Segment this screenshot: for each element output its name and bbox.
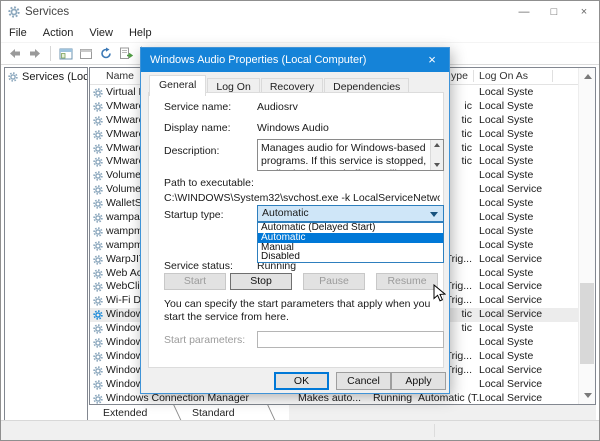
dialog-close-icon[interactable]: × — [415, 48, 449, 72]
service-log-on-as: Local Service — [479, 253, 542, 267]
back-icon[interactable] — [6, 45, 24, 63]
maximize-button[interactable]: □ — [539, 1, 569, 23]
tab-extended[interactable]: Extended — [103, 407, 147, 419]
column-header-startup-type[interactable]: ype — [451, 70, 468, 82]
service-name-value: Audiosrv — [257, 101, 298, 113]
menu-file[interactable]: File — [1, 27, 35, 39]
minimize-button[interactable]: — — [509, 1, 539, 23]
description-box[interactable]: Manages audio for Windows-based programs… — [257, 139, 444, 171]
services-window: Services — □ × File Action View Help — [0, 0, 600, 441]
startup-type-combobox[interactable]: Automatic — [257, 205, 444, 222]
service-log-on-as: Local Syste — [479, 142, 533, 156]
column-divider[interactable] — [473, 70, 474, 82]
service-log-on-as: Local Service — [479, 378, 542, 392]
menu-action[interactable]: Action — [35, 27, 82, 39]
service-log-on-as: Local Service — [479, 183, 542, 197]
start-parameters-note: You can specify the start parameters tha… — [164, 298, 446, 324]
service-log-on-as: Local Syste — [479, 86, 533, 100]
dropdown-option[interactable]: Disabled — [258, 252, 443, 262]
scroll-down-icon[interactable] — [434, 163, 440, 167]
menu-view[interactable]: View — [81, 27, 121, 39]
service-log-on-as: Local Syste — [479, 225, 533, 239]
close-button[interactable]: × — [569, 1, 599, 23]
properties-window-icon[interactable] — [77, 45, 95, 63]
console-tree-pane: Services (Local) — [4, 67, 88, 421]
start-button[interactable]: Start — [164, 273, 226, 290]
ok-button[interactable]: OK — [274, 372, 329, 390]
description-label: Description: — [164, 145, 219, 157]
path-value: C:\WINDOWS\System32\svchost.exe -k Local… — [164, 192, 440, 204]
dropdown-option[interactable]: Automatic (Delayed Start) — [258, 223, 443, 233]
display-name-label: Display name: — [164, 122, 231, 134]
service-log-on-as: Local Syste — [479, 239, 533, 253]
service-log-on-as: Local Syste — [479, 211, 533, 225]
menu-help[interactable]: Help — [121, 27, 160, 39]
service-log-on-as: Local Syste — [479, 197, 533, 211]
scroll-up-icon[interactable] — [434, 143, 440, 147]
refresh-icon[interactable] — [97, 45, 115, 63]
service-log-on-as: Local Service — [479, 364, 542, 378]
tab-standard[interactable]: Standard — [192, 407, 235, 419]
description-text: Manages audio for Windows-based programs… — [261, 142, 426, 171]
status-bar — [1, 420, 599, 440]
properties-dialog: Windows Audio Properties (Local Computer… — [140, 47, 450, 394]
apply-button[interactable]: Apply — [391, 372, 446, 390]
column-divider[interactable] — [552, 70, 553, 82]
resume-button[interactable]: Resume — [376, 273, 438, 290]
service-log-on-as: Local Service — [479, 294, 542, 308]
service-log-on-as: Local Syste — [479, 169, 533, 183]
menu-bar: File Action View Help — [1, 23, 599, 42]
scrollbar-thumb[interactable] — [580, 283, 594, 364]
service-gear-icon — [93, 394, 103, 405]
export-list-icon[interactable] — [117, 45, 135, 63]
service-log-on-as: Local Syste — [479, 128, 533, 142]
service-name-label: Service name: — [164, 101, 231, 113]
startup-type-label: Startup type: — [164, 209, 224, 221]
column-header-name[interactable]: Name — [106, 70, 134, 82]
combobox-value: Automatic — [262, 207, 309, 219]
tree-item-services-local[interactable]: Services (Local) — [5, 68, 87, 83]
service-log-on-as: Local Syste — [479, 267, 533, 281]
status-bar-divider — [434, 424, 435, 437]
dialog-titlebar: Windows Audio Properties (Local Computer… — [141, 48, 449, 72]
stop-button[interactable]: Stop — [230, 273, 292, 290]
cancel-button[interactable]: Cancel — [336, 372, 391, 390]
toolbar-separator — [50, 46, 51, 61]
start-parameters-input[interactable] — [257, 331, 444, 348]
description-scrollbar[interactable] — [430, 140, 443, 170]
dropdown-option[interactable]: Manual — [258, 243, 443, 253]
tree-item-label: Services (Local) — [22, 71, 87, 83]
service-log-on-as: Local Syste — [479, 322, 533, 336]
tab-general[interactable]: General — [149, 75, 206, 96]
list-scrollbar[interactable] — [578, 68, 595, 404]
mouse-cursor — [433, 284, 446, 305]
service-log-on-as: Local Syste — [479, 114, 533, 128]
window-title: Services — [25, 6, 69, 18]
service-log-on-as: Local Syste — [479, 100, 533, 114]
service-log-on-as: Local Syste — [479, 155, 533, 169]
dialog-title: Windows Audio Properties (Local Computer… — [150, 54, 366, 66]
pause-button[interactable]: Pause — [303, 273, 365, 290]
scroll-up-icon[interactable] — [584, 74, 592, 79]
start-parameters-label: Start parameters: — [164, 334, 245, 346]
startup-type-dropdown: Automatic (Delayed Start)AutomaticManual… — [257, 222, 444, 263]
display-name-value: Windows Audio — [257, 122, 329, 134]
service-log-on-as: Local Syste — [479, 350, 533, 364]
window-titlebar: Services — □ × — [1, 1, 599, 23]
services-node-icon — [8, 72, 18, 82]
service-log-on-as: Local Service — [479, 308, 542, 322]
chevron-down-icon[interactable] — [430, 212, 438, 217]
service-log-on-as: Local Service — [479, 280, 542, 294]
service-status-label: Service status: — [164, 260, 233, 272]
service-log-on-as: Local Syste — [479, 336, 533, 350]
forward-icon[interactable] — [26, 45, 44, 63]
show-console-tree-icon[interactable] — [57, 45, 75, 63]
dropdown-option[interactable]: Automatic — [258, 233, 443, 243]
services-app-icon — [8, 6, 20, 18]
path-label: Path to executable: — [164, 177, 254, 189]
service-log-on-as: Local Service — [479, 392, 542, 405]
scroll-down-icon[interactable] — [584, 393, 592, 398]
column-header-log-on-as[interactable]: Log On As — [479, 70, 528, 82]
